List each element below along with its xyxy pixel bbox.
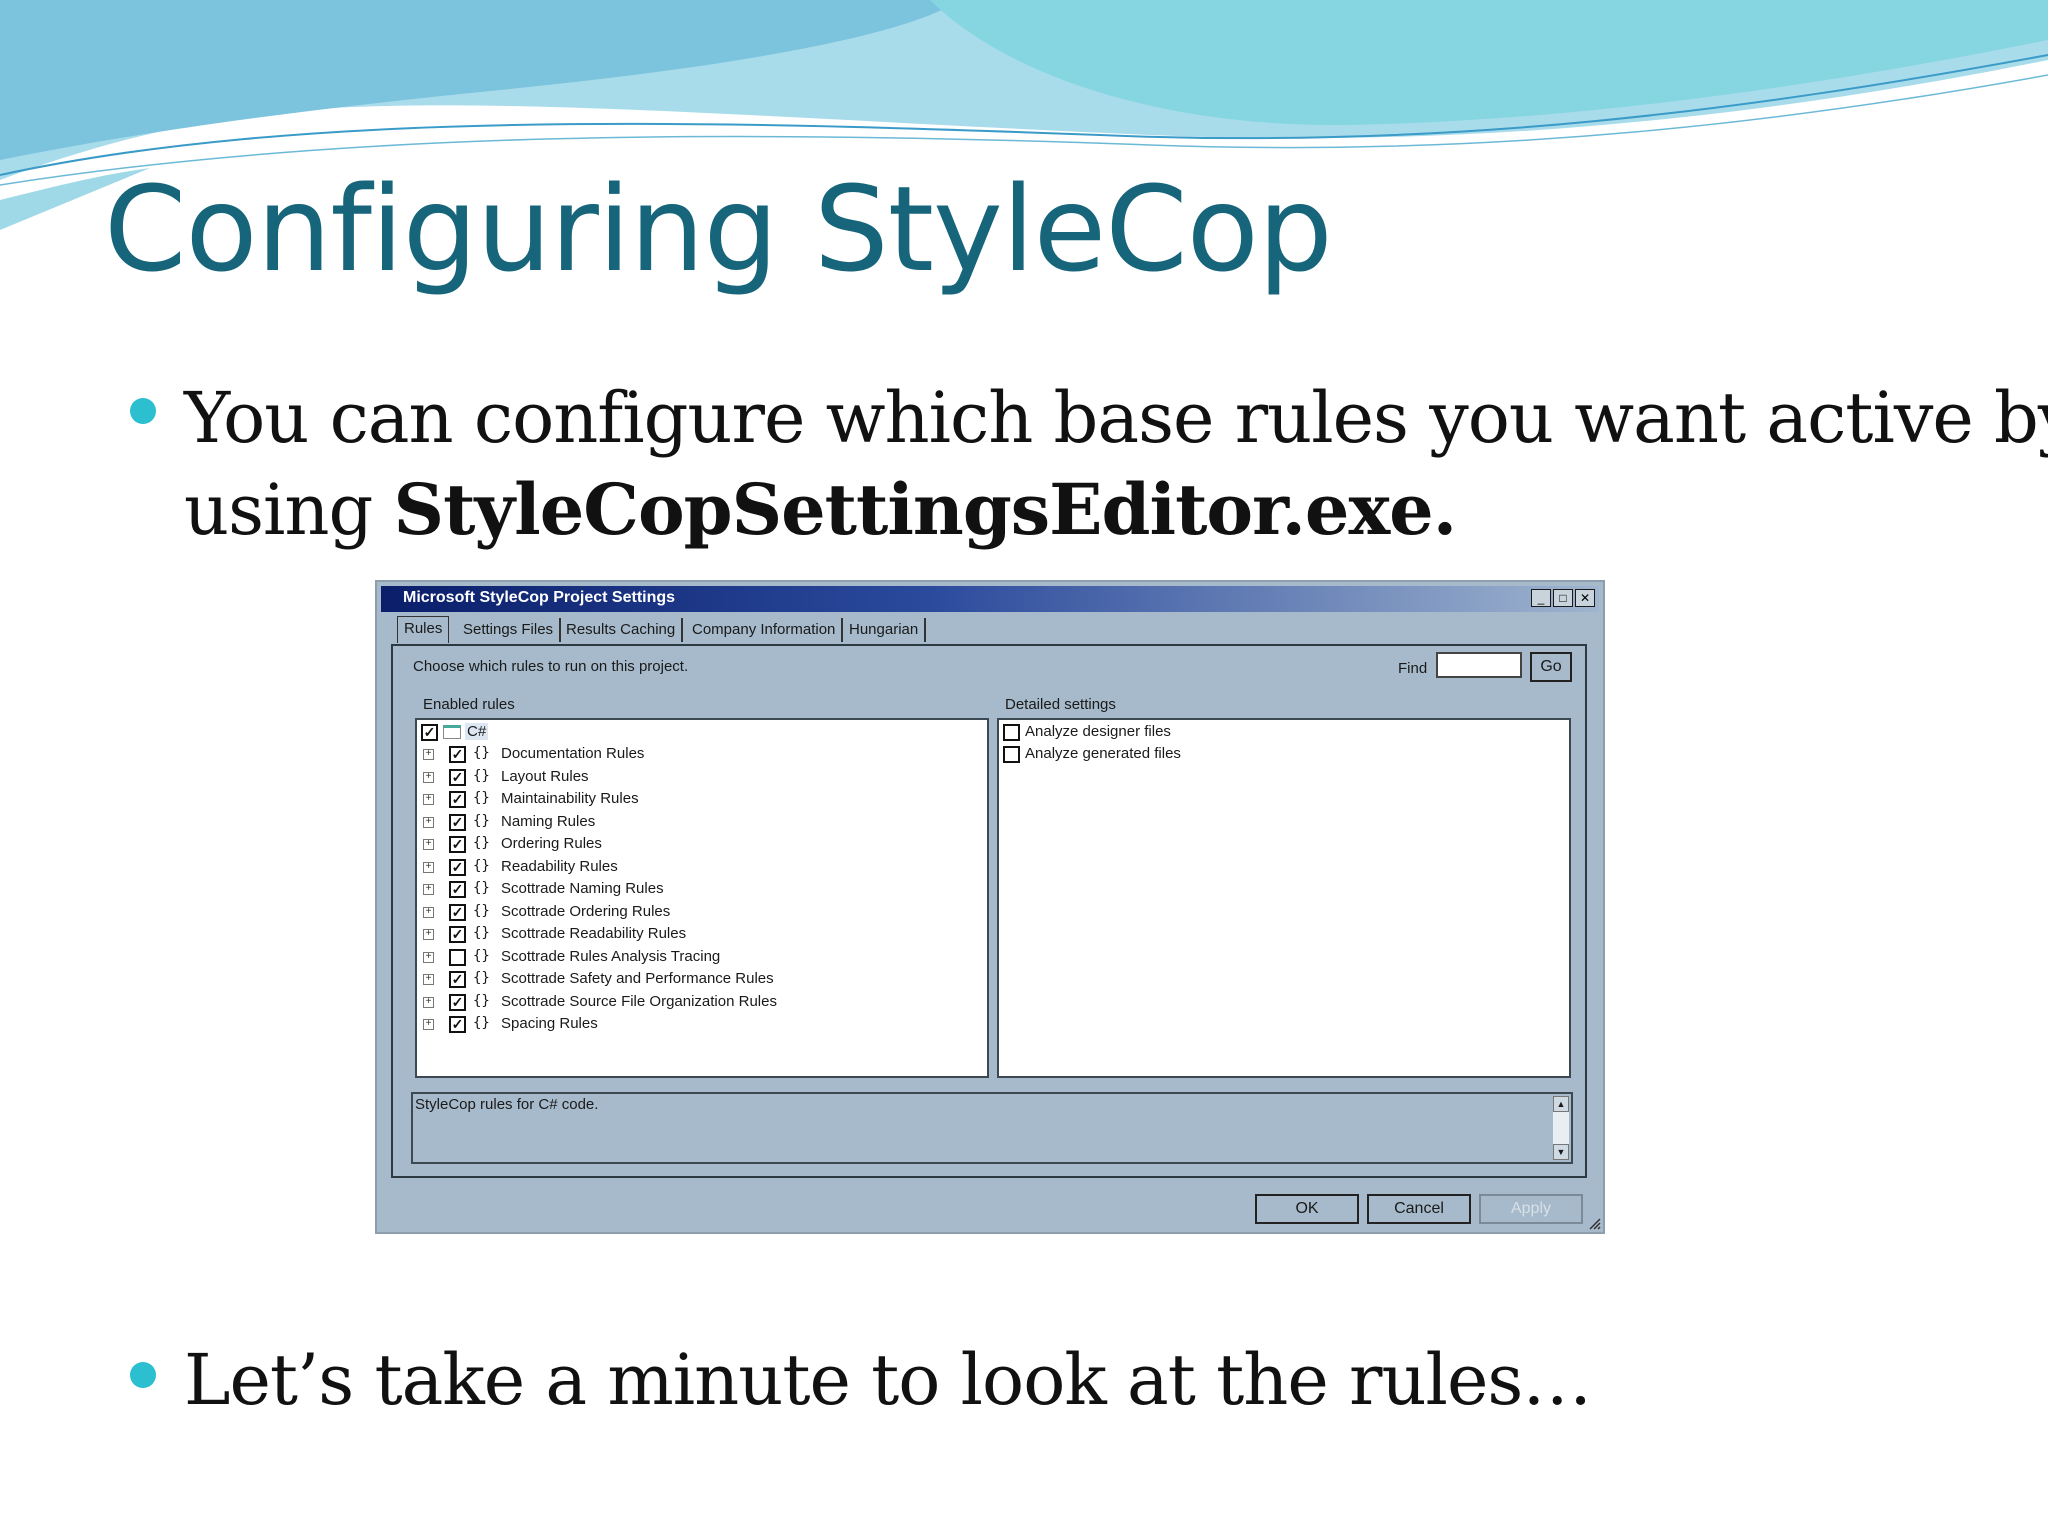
description-box: StyleCop rules for C# code. ▲ ▼ bbox=[411, 1092, 1573, 1164]
apply-button[interactable]: Apply bbox=[1479, 1194, 1583, 1224]
minimize-button[interactable]: _ bbox=[1531, 589, 1551, 607]
maximize-button[interactable]: □ bbox=[1553, 589, 1573, 607]
csharp-icon bbox=[443, 725, 461, 739]
slide-title: Configuring StyleCop bbox=[104, 160, 1333, 298]
bullet-1-prefix: using bbox=[184, 469, 394, 551]
bullet-1-line-1: You can configure which base rules you w… bbox=[184, 377, 2048, 459]
bullet-2-text: Let’s take a minute to look at the rules… bbox=[184, 1339, 1592, 1421]
rule-label: Documentation Rules bbox=[501, 745, 645, 762]
rule-label: Readability Rules bbox=[501, 857, 618, 875]
dialog-titlebar[interactable]: Microsoft StyleCop Project Settings _ □ … bbox=[381, 586, 1599, 612]
namespace-braces-icon: {} bbox=[473, 992, 490, 1009]
rule-label: Ordering Rules bbox=[501, 835, 602, 852]
expand-plus-icon[interactable]: + bbox=[423, 929, 434, 940]
rule-checkbox[interactable]: ✓ bbox=[449, 746, 466, 763]
expand-plus-icon[interactable]: + bbox=[423, 974, 434, 985]
dialog-title: Microsoft StyleCop Project Settings bbox=[403, 589, 676, 606]
scroll-down-arrow-icon[interactable]: ▼ bbox=[1553, 1144, 1569, 1160]
tab-settings-files[interactable]: Settings Files bbox=[457, 618, 562, 642]
tab-hungarian[interactable]: Hungarian bbox=[843, 618, 927, 642]
rule-checkbox[interactable]: ✓ bbox=[449, 1016, 466, 1033]
namespace-braces-icon: {} bbox=[473, 812, 490, 829]
root-label: C# bbox=[465, 723, 489, 740]
expand-plus-icon[interactable]: + bbox=[423, 861, 434, 873]
close-button[interactable]: ✕ bbox=[1575, 589, 1595, 607]
expand-plus-icon[interactable]: + bbox=[423, 771, 434, 783]
rule-label: Scottrade Source File Organization Rules bbox=[501, 992, 777, 1010]
rule-label: Scottrade Rules Analysis Tracing bbox=[501, 947, 721, 965]
expand-plus-icon[interactable]: + bbox=[423, 996, 434, 1008]
rule-label: Scottrade Naming Rules bbox=[501, 880, 664, 897]
namespace-braces-icon: {} bbox=[473, 902, 490, 919]
scrollbar-track[interactable] bbox=[1553, 1112, 1569, 1146]
rule-checkbox[interactable]: ✓ bbox=[449, 926, 466, 943]
find-label: Find bbox=[1398, 660, 1428, 677]
root-checkbox[interactable]: ✓ bbox=[421, 724, 438, 741]
rule-label: Layout Rules bbox=[501, 767, 589, 785]
rules-tree[interactable]: ✓ C# + ✓ {} Documentation Rules + ✓ {} Layout R… bbox=[415, 718, 989, 1078]
stylecop-settings-dialog: Microsoft StyleCop Project Settings _ □ … bbox=[375, 580, 1605, 1234]
rule-checkbox[interactable]: ✓ bbox=[449, 971, 466, 988]
namespace-braces-icon: {} bbox=[473, 767, 490, 784]
namespace-braces-icon: {} bbox=[473, 970, 490, 986]
bullet-marker bbox=[130, 1362, 156, 1388]
expand-plus-icon[interactable]: + bbox=[423, 951, 434, 963]
namespace-braces-icon: {} bbox=[473, 857, 490, 874]
rule-checkbox[interactable]: ✓ bbox=[449, 881, 466, 898]
resize-grip-icon[interactable] bbox=[1587, 1216, 1601, 1230]
analyze-designer-label: Analyze designer files bbox=[1025, 723, 1171, 740]
bullet-1-line-2: using StyleCopSettingsEditor.exe. bbox=[184, 464, 1458, 556]
scroll-up-arrow-icon[interactable]: ▲ bbox=[1553, 1096, 1569, 1112]
rule-checkbox[interactable]: ✓ bbox=[449, 813, 466, 831]
slide: Configuring StyleCop You can configure w… bbox=[0, 0, 2048, 1536]
analyze-generated-label: Analyze generated files bbox=[1025, 745, 1181, 762]
analyze-generated-checkbox[interactable] bbox=[1003, 746, 1020, 763]
bullet-marker bbox=[130, 398, 156, 424]
rule-checkbox[interactable]: ✓ bbox=[449, 768, 466, 786]
namespace-braces-icon: {} bbox=[473, 745, 490, 761]
tab-company-information[interactable]: Company Information bbox=[686, 618, 844, 642]
expand-plus-icon[interactable]: + bbox=[423, 839, 434, 850]
namespace-braces-icon: {} bbox=[473, 925, 490, 941]
tab-results-caching[interactable]: Results Caching bbox=[560, 618, 684, 642]
ok-button[interactable]: OK bbox=[1255, 1194, 1359, 1224]
rule-label: Spacing Rules bbox=[501, 1015, 598, 1032]
rule-checkbox[interactable]: ✓ bbox=[449, 858, 466, 876]
rule-label: Scottrade Ordering Rules bbox=[501, 902, 671, 920]
instruction-text: Choose which rules to run on this projec… bbox=[413, 658, 689, 675]
namespace-braces-icon: {} bbox=[473, 790, 490, 806]
go-button[interactable]: Go bbox=[1530, 652, 1572, 682]
rule-label: Scottrade Safety and Performance Rules bbox=[501, 970, 774, 987]
rule-checkbox[interactable]: ✓ bbox=[449, 836, 466, 853]
expand-plus-icon[interactable]: + bbox=[423, 884, 434, 895]
rule-label: Naming Rules bbox=[501, 812, 596, 830]
detailed-settings-label: Detailed settings bbox=[1005, 696, 1116, 713]
namespace-braces-icon: {} bbox=[473, 880, 490, 896]
expand-plus-icon[interactable]: + bbox=[423, 794, 434, 805]
description-text: StyleCop rules for C# code. bbox=[415, 1096, 599, 1113]
expand-plus-icon[interactable]: + bbox=[423, 749, 434, 760]
find-input[interactable] bbox=[1436, 652, 1522, 678]
analyze-designer-checkbox[interactable] bbox=[1003, 724, 1020, 741]
rule-checkbox[interactable] bbox=[449, 948, 466, 966]
expand-plus-icon[interactable]: + bbox=[423, 816, 434, 828]
tab-rules[interactable]: Rules bbox=[397, 616, 450, 643]
expand-plus-icon[interactable]: + bbox=[423, 1019, 434, 1030]
rule-checkbox[interactable]: ✓ bbox=[449, 791, 466, 808]
enabled-rules-label: Enabled rules bbox=[423, 696, 515, 713]
namespace-braces-icon: {} bbox=[473, 947, 490, 964]
rule-label: Maintainability Rules bbox=[501, 790, 639, 807]
rule-checkbox[interactable]: ✓ bbox=[449, 903, 466, 921]
namespace-braces-icon: {} bbox=[473, 1015, 490, 1031]
bullet-1-emphasis: StyleCopSettingsEditor.exe. bbox=[393, 468, 1458, 551]
detailed-settings-list: Analyze designer files Analyze generated… bbox=[997, 718, 1571, 1078]
cancel-button[interactable]: Cancel bbox=[1367, 1194, 1471, 1224]
namespace-braces-icon: {} bbox=[473, 835, 490, 851]
expand-plus-icon[interactable]: + bbox=[423, 906, 434, 918]
rule-label: Scottrade Readability Rules bbox=[501, 925, 687, 942]
rule-checkbox[interactable]: ✓ bbox=[449, 993, 466, 1011]
